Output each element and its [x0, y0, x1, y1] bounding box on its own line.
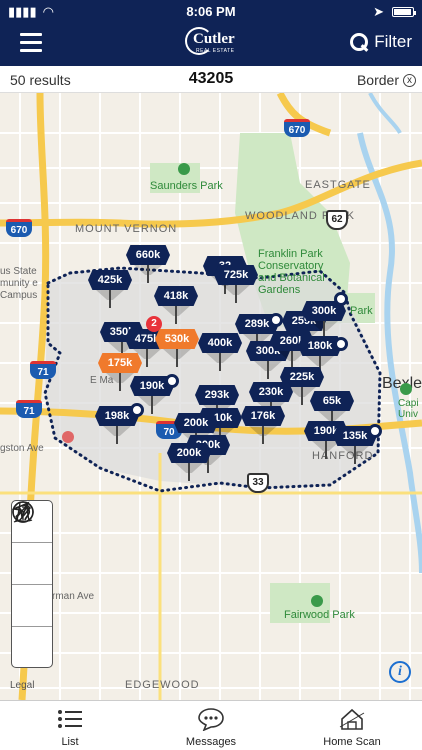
- cutler-logo: Cutler REAL ESTATE: [183, 25, 239, 61]
- map-tools-panel: [11, 500, 53, 668]
- open-house-marker[interactable]: [130, 403, 144, 417]
- chat-bubble-icon: [151, 701, 271, 731]
- tab-list-label: List: [61, 736, 79, 748]
- border-label: Border: [356, 72, 399, 88]
- cluster-count-badge[interactable]: 2: [146, 316, 162, 332]
- arrow-down-marker[interactable]: [334, 337, 348, 351]
- filter-button[interactable]: Filter: [350, 32, 412, 52]
- status-right-group: ➤: [373, 4, 416, 20]
- interstate-670-shield-west: 670: [6, 219, 32, 237]
- tab-home-scan[interactable]: Home Scan: [292, 701, 412, 750]
- close-icon[interactable]: x: [403, 73, 416, 87]
- label-park: Park: [350, 305, 373, 317]
- listing-pin[interactable]: 200k: [167, 443, 211, 483]
- listing-pin[interactable]: 425k: [88, 270, 132, 310]
- status-time: 8:06 PM: [186, 4, 236, 19]
- home-scan-icon: [292, 701, 412, 731]
- tab-list[interactable]: List: [10, 701, 130, 750]
- status-bar: ▮▮▮▮ ◠ 8:06 PM ➤: [0, 0, 422, 22]
- search-icon: [350, 33, 369, 51]
- label-edgewood: EDGEWOOD: [125, 679, 200, 691]
- hospital-icon: [62, 431, 74, 443]
- listing-pin[interactable]: 725k: [214, 265, 258, 305]
- label-herman-ave: rman Ave: [52, 591, 95, 602]
- listing-pin[interactable]: 176k: [241, 406, 285, 446]
- map-view[interactable]: Saunders Park EASTGATE WOODLAND PARK MOU…: [0, 93, 422, 700]
- listing-pin-featured[interactable]: 530k: [155, 329, 199, 369]
- globe-icon[interactable]: [12, 501, 52, 669]
- open-house-marker[interactable]: [269, 313, 283, 327]
- label-saunders-park: Saunders Park: [150, 180, 223, 192]
- interstate-71-shield-south: 71: [16, 400, 42, 418]
- label-state-community: us State munity e Campus: [0, 266, 38, 301]
- pencil-draw-icon[interactable]: [12, 503, 52, 585]
- menu-icon[interactable]: [20, 33, 42, 52]
- road-icon[interactable]: [12, 501, 52, 627]
- tab-home-scan-label: Home Scan: [323, 736, 381, 748]
- arrow-down-marker[interactable]: [334, 292, 348, 306]
- app-header: Cutler REAL ESTATE Filter: [0, 22, 422, 66]
- open-house-marker[interactable]: [368, 424, 382, 438]
- label-fairwood-park: Fairwood Park: [284, 609, 355, 621]
- interstate-71-shield: 71: [30, 361, 56, 379]
- tab-messages-label: Messages: [185, 736, 237, 748]
- battery-icon: [392, 7, 416, 17]
- list-icon: [10, 701, 130, 731]
- label-capital-univ: Capi Univ: [398, 398, 419, 420]
- filter-label: Filter: [374, 32, 412, 51]
- listing-pin[interactable]: 660k: [126, 245, 170, 285]
- info-icon[interactable]: i: [389, 661, 411, 683]
- label-mount-vernon: MOUNT VERNON: [75, 223, 178, 235]
- tab-messages[interactable]: Messages: [151, 701, 271, 750]
- us-62-shield: 62: [326, 210, 348, 230]
- label-kingston-ave: gston Ave: [0, 443, 44, 454]
- open-house-marker[interactable]: [165, 374, 179, 388]
- park-icon: [400, 383, 412, 395]
- bottom-tab-bar: List Messages Home Scan: [0, 700, 422, 750]
- border-toggle[interactable]: Border x: [357, 72, 416, 88]
- park-icon: [311, 595, 323, 607]
- label-franklin-park: Franklin Park Conservatory and Botanical…: [258, 248, 325, 296]
- interstate-670-shield: 670: [284, 119, 310, 137]
- results-bar: 50 results 43205 Border x: [0, 66, 422, 93]
- location-services-icon: ➤: [373, 4, 384, 19]
- label-eastgate: EASTGATE: [305, 179, 371, 191]
- park-icon: [178, 163, 190, 175]
- map-legal-link[interactable]: Legal: [10, 680, 34, 691]
- us-33-shield: 33: [247, 473, 269, 493]
